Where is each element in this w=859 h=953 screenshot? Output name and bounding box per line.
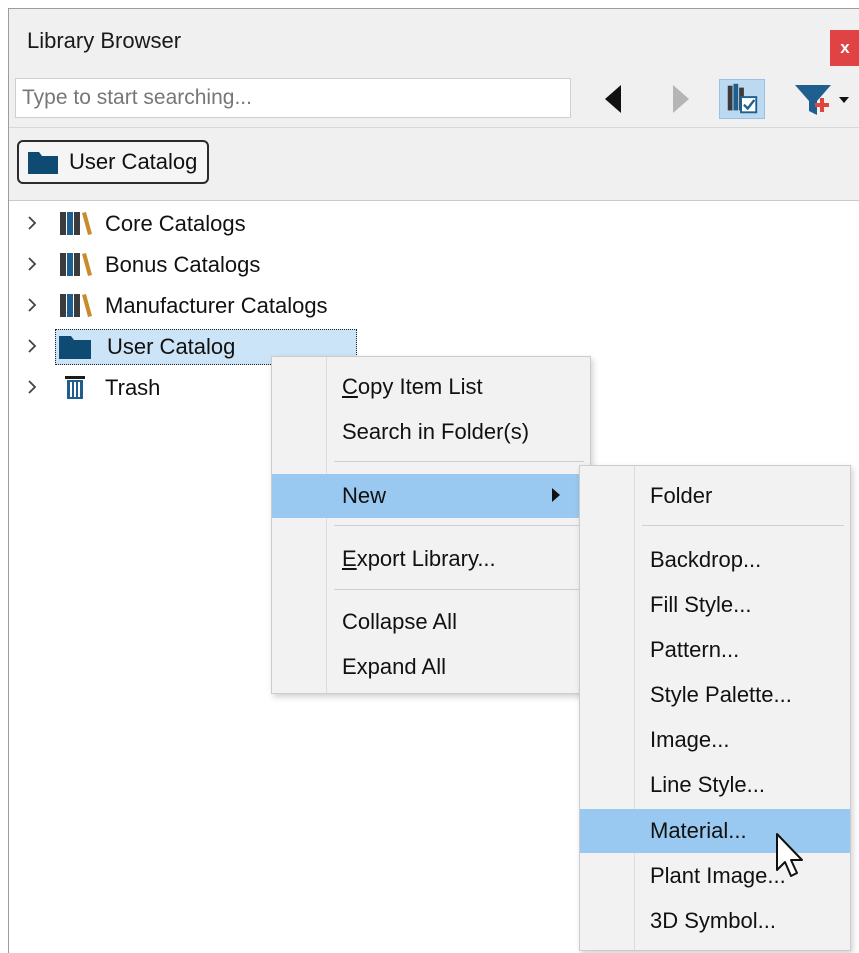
menu-item-search-in-folders[interactable]: Search in Folder(s) (272, 410, 590, 454)
folder-icon (28, 152, 58, 174)
submenu-item-folder[interactable]: Folder (580, 474, 850, 518)
menu-label: New (342, 483, 387, 508)
tree-item-bonus-catalogs[interactable]: Bonus Catalogs (9, 244, 859, 284)
breadcrumb-label: User Catalog (69, 149, 198, 174)
submenu-item-style-palette[interactable]: Style Palette... (580, 673, 850, 717)
submenu-arrow-icon (552, 488, 560, 502)
tree-item-label: Manufacturer Catalogs (105, 293, 328, 318)
menu-separator (334, 525, 584, 526)
submenu-item-backdrop[interactable]: Backdrop... (580, 538, 850, 582)
trash-icon (65, 376, 85, 399)
search-input[interactable] (15, 78, 571, 118)
menu-item-new[interactable]: New (272, 474, 590, 518)
folder-icon (59, 336, 91, 359)
back-arrow-icon[interactable] (599, 81, 629, 117)
menu-label: Search in Folder(s) (342, 419, 530, 444)
filter-add-icon (795, 85, 849, 115)
catalog-books-icon (60, 212, 92, 235)
menu-separator (334, 461, 584, 462)
menu-item-expand-all[interactable]: Expand All (272, 645, 590, 689)
library-view-toggle-icon (727, 83, 758, 114)
menu-label-accelerator: C (342, 374, 358, 399)
submenu-item-image[interactable]: Image... (580, 718, 850, 762)
breadcrumb: User Catalog (9, 127, 859, 201)
library-browser-window: Library Browser x Type to start searchin… (8, 8, 859, 953)
window-title: Library Browser (27, 28, 182, 53)
tree-item-label: Trash (105, 375, 161, 400)
menu-label: Line Style... (650, 772, 765, 797)
menu-label: Plant Image... (650, 863, 786, 888)
breadcrumb-user-catalog-button[interactable]: User Catalog (17, 140, 210, 184)
submenu-item-pattern[interactable]: Pattern... (580, 628, 850, 672)
menu-label-accelerator: E (342, 546, 357, 571)
new-submenu: Folder Backdrop... Fill Style... Pattern… (579, 465, 851, 951)
menu-item-copy-item-list[interactable]: Copy Item List (272, 365, 590, 409)
context-menu: Copy Item List Search in Folder(s) New E… (271, 356, 591, 694)
close-button[interactable]: x (830, 30, 859, 66)
catalog-books-icon (60, 294, 92, 317)
toolbar (9, 73, 859, 127)
menu-label: xport Library... (356, 546, 496, 571)
tree-item-manufacturer-catalogs[interactable]: Manufacturer Catalogs (9, 285, 859, 325)
menu-label: Collapse All (342, 609, 457, 634)
menu-label: Folder (650, 483, 713, 508)
submenu-item-plant-image[interactable]: Plant Image... (580, 854, 850, 898)
menu-item-collapse-all[interactable]: Collapse All (272, 600, 590, 644)
mouse-cursor-icon (776, 833, 803, 877)
tree-item-label: Core Catalogs (105, 211, 246, 236)
menu-label: Material... (650, 818, 747, 843)
menu-separator (334, 589, 584, 590)
library-view-toggle-button[interactable] (719, 79, 765, 119)
chevron-right-icon[interactable] (25, 295, 39, 315)
submenu-item-material[interactable]: Material... (580, 809, 850, 853)
tree-item-label: User Catalog (107, 334, 236, 359)
chevron-right-icon[interactable] (25, 254, 39, 274)
chevron-right-icon[interactable] (25, 213, 39, 233)
forward-arrow-icon[interactable] (665, 81, 695, 117)
menu-label: 3D Symbol... (650, 908, 776, 933)
chevron-right-icon[interactable] (25, 336, 39, 356)
menu-label: Image... (650, 727, 730, 752)
menu-label: Fill Style... (650, 592, 752, 617)
submenu-item-3d-symbol[interactable]: 3D Symbol... (580, 899, 850, 943)
menu-label: Pattern... (650, 637, 740, 662)
menu-label: Style Palette... (650, 682, 792, 707)
tree-item-label: Bonus Catalogs (105, 252, 261, 277)
menu-label: opy Item List (357, 374, 483, 399)
filter-add-button[interactable] (791, 81, 851, 119)
submenu-item-line-style[interactable]: Line Style... (580, 763, 850, 807)
tree-item-core-catalogs[interactable]: Core Catalogs (9, 203, 859, 243)
menu-separator (642, 525, 844, 526)
chevron-right-icon[interactable] (25, 377, 39, 397)
menu-item-export-library[interactable]: Export Library... (272, 537, 590, 581)
menu-label: Expand All (342, 654, 446, 679)
title-bar: Library Browser x (9, 9, 859, 73)
catalog-books-icon (60, 253, 92, 276)
submenu-item-fill-style[interactable]: Fill Style... (580, 583, 850, 627)
menu-label: Backdrop... (650, 547, 762, 572)
